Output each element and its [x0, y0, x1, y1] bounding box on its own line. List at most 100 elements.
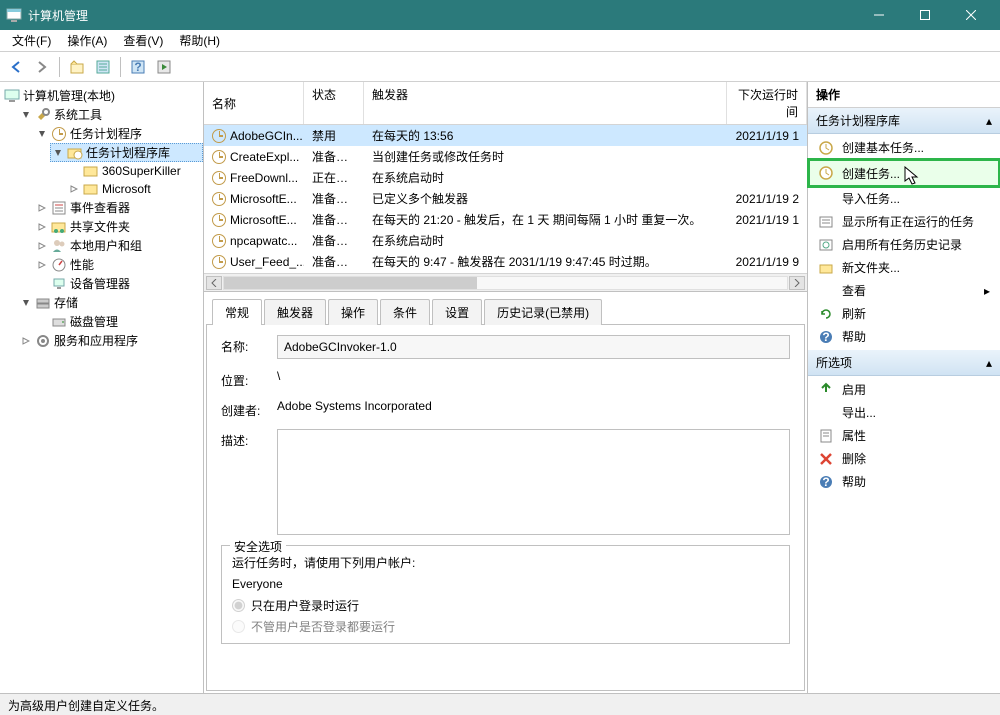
tab-settings[interactable]: 设置	[432, 299, 482, 325]
action-item[interactable]: 导出...	[808, 401, 1000, 424]
tree-folder-microsoft[interactable]: Microsoft	[66, 180, 203, 198]
help-icon: ?	[818, 474, 834, 490]
up-button[interactable]	[65, 55, 89, 79]
action-item[interactable]: ?帮助	[808, 325, 1000, 348]
tree-shared-folders[interactable]: 共享文件夹	[34, 217, 203, 236]
value-location: \	[277, 369, 790, 383]
expand-icon[interactable]	[36, 259, 48, 271]
window-title: 计算机管理	[28, 7, 856, 24]
action-item[interactable]: 新文件夹...	[808, 256, 1000, 279]
actions-group-selected[interactable]: 所选项 ▴	[808, 350, 1000, 376]
radio-logged-on[interactable]: 只在用户登录时运行	[232, 597, 779, 614]
properties-button[interactable]	[91, 55, 115, 79]
forward-button[interactable]	[30, 55, 54, 79]
label-creator: 创建者:	[221, 399, 267, 419]
expand-icon[interactable]	[20, 335, 32, 347]
clock-icon	[212, 171, 226, 185]
detail-tabs: 常规 触发器 操作 条件 设置 历史记录(已禁用)	[206, 298, 805, 325]
close-button[interactable]	[948, 0, 994, 30]
tree-local-users[interactable]: 本地用户和组	[34, 236, 203, 255]
tree-device-manager[interactable]: 设备管理器	[34, 274, 203, 293]
action-item[interactable]: ?帮助	[808, 470, 1000, 493]
security-legend: 安全选项	[230, 538, 286, 555]
value-creator: Adobe Systems Incorporated	[277, 399, 790, 413]
label-location: 位置:	[221, 369, 267, 389]
task-row[interactable]: FreeDownl... 正在运行 在系统启动时	[204, 167, 807, 188]
tab-actions[interactable]: 操作	[328, 299, 378, 325]
expand-icon[interactable]	[68, 183, 80, 195]
action-item[interactable]: 创建基本任务...	[808, 136, 1000, 159]
tab-conditions[interactable]: 条件	[380, 299, 430, 325]
label-runuser: 运行任务时，请使用下列用户帐户:	[232, 554, 779, 571]
navigation-tree[interactable]: 计算机管理(本地) 系统工具	[0, 82, 204, 693]
basic-icon	[818, 140, 834, 156]
minimize-button[interactable]	[856, 0, 902, 30]
value-account: Everyone	[232, 577, 779, 591]
action-item[interactable]: 刷新	[808, 302, 1000, 325]
action-item[interactable]: 删除	[808, 447, 1000, 470]
menu-help[interactable]: 帮助(H)	[171, 30, 228, 51]
clock-icon	[212, 129, 226, 143]
tree-folder-360[interactable]: 360SuperKiller	[66, 162, 203, 180]
horizontal-scrollbar[interactable]	[204, 273, 807, 291]
task-detail-pane: 常规 触发器 操作 条件 设置 历史记录(已禁用) 名称: AdobeGCInv…	[204, 292, 807, 693]
collapse-icon[interactable]: ▴	[986, 356, 992, 370]
action-item[interactable]: 显示所有正在运行的任务	[808, 210, 1000, 233]
scroll-thumb[interactable]	[224, 277, 477, 289]
collapse-icon[interactable]	[20, 109, 32, 121]
status-bar: 为高级用户创建自定义任务。	[0, 693, 1000, 715]
collapse-icon[interactable]	[52, 147, 64, 159]
tree-root[interactable]: 计算机管理(本地)	[2, 86, 203, 105]
tab-triggers[interactable]: 触发器	[264, 299, 326, 325]
expand-icon[interactable]	[36, 221, 48, 233]
task-icon	[818, 165, 834, 181]
tree-task-scheduler[interactable]: 任务计划程序	[34, 124, 203, 143]
task-row[interactable]: npcapwatc... 准备就绪 在系统启动时	[204, 230, 807, 251]
action-item[interactable]: 导入任务...	[808, 187, 1000, 210]
task-row[interactable]: MicrosoftE... 准备就绪 在每天的 21:20 - 触发后，在 1 …	[204, 209, 807, 230]
action-item[interactable]: 创建任务...	[808, 159, 1000, 187]
task-row[interactable]: User_Feed_... 准备就绪 在每天的 9:47 - 触发器在 2031…	[204, 251, 807, 272]
refresh-icon	[818, 306, 834, 322]
tab-history[interactable]: 历史记录(已禁用)	[484, 299, 602, 325]
task-row[interactable]: AdobeGCIn... 禁用 在每天的 13:56 2021/1/19 1	[204, 125, 807, 146]
action-item[interactable]: 启用所有任务历史记录	[808, 233, 1000, 256]
col-name[interactable]: 名称	[204, 82, 304, 124]
tree-storage[interactable]: 存储	[18, 293, 203, 312]
expand-icon[interactable]	[36, 202, 48, 214]
tab-general[interactable]: 常规	[212, 299, 262, 325]
collapse-icon[interactable]: ▴	[986, 114, 992, 128]
col-status[interactable]: 状态	[304, 82, 364, 124]
task-row[interactable]: MicrosoftE... 准备就绪 已定义多个触发器 2021/1/19 2	[204, 188, 807, 209]
tree-disk-mgmt[interactable]: 磁盘管理	[34, 312, 203, 331]
tree-performance[interactable]: 性能	[34, 255, 203, 274]
col-triggers[interactable]: 触发器	[364, 82, 727, 124]
run-button[interactable]	[152, 55, 176, 79]
task-row[interactable]: CreateExpl... 准备就绪 当创建任务或修改任务时	[204, 146, 807, 167]
task-list[interactable]: 名称 状态 触发器 下次运行时间 AdobeGCIn... 禁用 在每天的 13…	[204, 82, 807, 292]
maximize-button[interactable]	[902, 0, 948, 30]
action-item[interactable]: 启用	[808, 378, 1000, 401]
event-icon	[51, 200, 67, 216]
help-button[interactable]: ?	[126, 55, 150, 79]
action-item[interactable]: 查看▸	[808, 279, 1000, 302]
col-nextrun[interactable]: 下次运行时间	[727, 82, 807, 124]
clock-icon	[212, 192, 226, 206]
action-item[interactable]: 属性	[808, 424, 1000, 447]
tree-event-viewer[interactable]: 事件查看器	[34, 198, 203, 217]
collapse-icon[interactable]	[20, 297, 32, 309]
tree-services[interactable]: 服务和应用程序	[18, 331, 203, 350]
radio-whether-logged[interactable]: 不管用户是否登录都要运行	[232, 618, 779, 635]
back-button[interactable]	[4, 55, 28, 79]
scroll-left-icon[interactable]	[206, 276, 222, 290]
collapse-icon[interactable]	[36, 128, 48, 140]
actions-group-library[interactable]: 任务计划程序库 ▴	[808, 108, 1000, 134]
svg-text:?: ?	[822, 330, 829, 344]
scroll-right-icon[interactable]	[789, 276, 805, 290]
menu-action[interactable]: 操作(A)	[59, 30, 115, 51]
tree-task-library[interactable]: 任务计划程序库	[50, 143, 203, 162]
menu-file[interactable]: 文件(F)	[4, 30, 59, 51]
menu-view[interactable]: 查看(V)	[115, 30, 171, 51]
tree-system-tools[interactable]: 系统工具	[18, 105, 203, 124]
expand-icon[interactable]	[36, 240, 48, 252]
